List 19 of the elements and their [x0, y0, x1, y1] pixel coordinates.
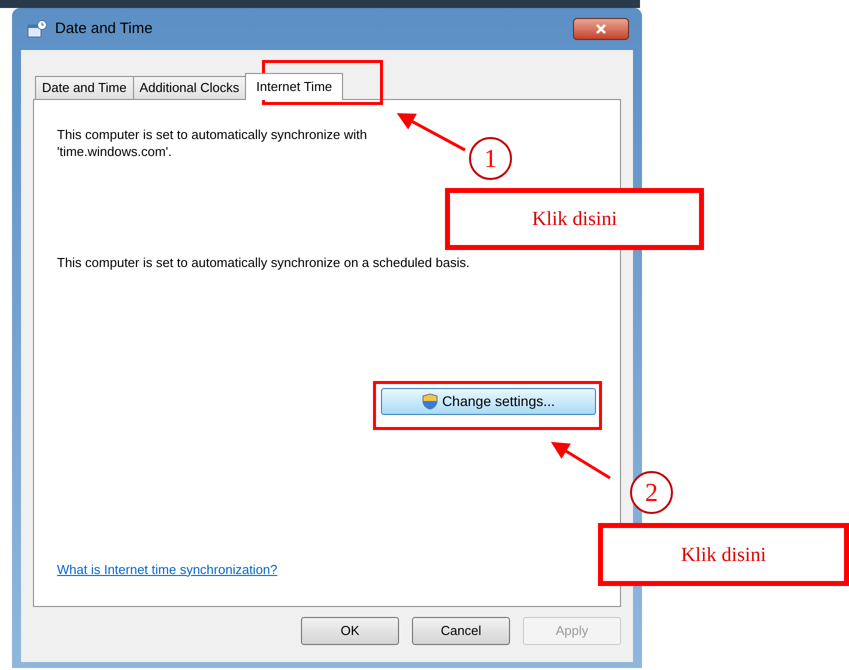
- sync-message: This computer is set to automatically synchronize with 'time.windows.com'.: [57, 126, 368, 160]
- dialog-button[interactable]: Cancel: [412, 617, 510, 645]
- tab[interactable]: Additional Clocks: [132, 76, 246, 99]
- change-settings-button[interactable]: Change settings...: [381, 388, 596, 415]
- tab[interactable]: Internet Time: [245, 73, 344, 100]
- window-title: Date and Time: [55, 18, 153, 39]
- close-icon: [595, 24, 607, 34]
- shield-icon: [422, 393, 438, 410]
- help-link[interactable]: What is Internet time synchronization?: [57, 560, 597, 579]
- calendar-clock-icon: [27, 20, 47, 38]
- step-number: 2: [630, 471, 673, 514]
- tab[interactable]: Date and Time: [35, 76, 134, 99]
- callout-label: Klik disini: [598, 523, 849, 586]
- callout-label: Klik disini: [445, 188, 704, 250]
- dialog-button[interactable]: OK: [301, 617, 399, 645]
- annotation-arrow: [396, 113, 466, 152]
- close-button[interactable]: [573, 18, 629, 40]
- annotation-arrow: [550, 442, 611, 480]
- schedule-message: This computer is set to automatically synchronize on a scheduled basis.: [57, 254, 471, 271]
